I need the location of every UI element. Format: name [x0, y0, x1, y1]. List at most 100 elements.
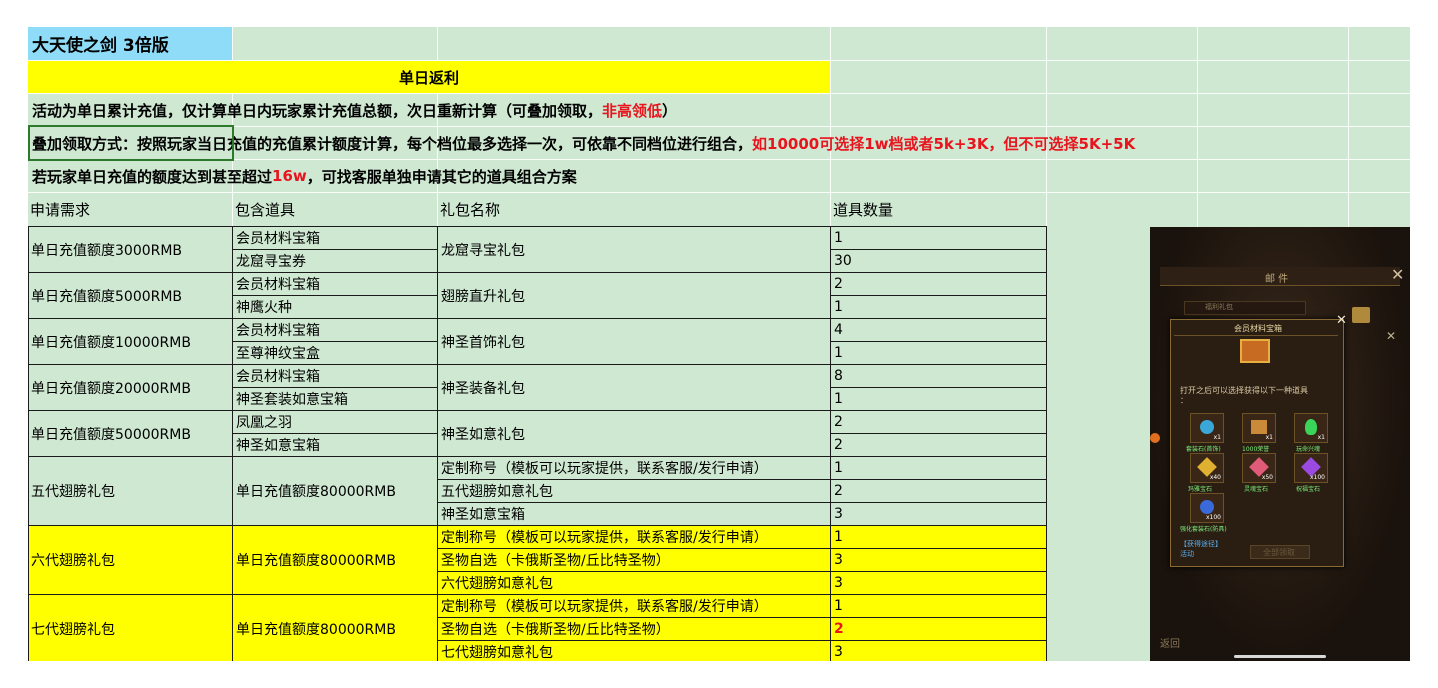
rule-1-red: 非高领低 — [602, 101, 663, 120]
wing-item[interactable]: 定制称号（模板可以玩家提供，联系客服/发行申请） — [437, 525, 831, 549]
game-screenshot: 邮 件 ✕ 福利礼包 ✕ 会员材料宝箱 ✕ 打开之后可以选择获得以下一种道具 ：… — [1150, 227, 1410, 661]
tier-qty[interactable]: 1 — [830, 295, 1047, 319]
wing-item[interactable]: 圣物自选（卡俄斯圣物/丘比特圣物） — [437, 617, 831, 641]
wing-name[interactable]: 五代翅膀礼包 — [28, 456, 233, 526]
gem-icon — [1200, 420, 1214, 434]
item-slot[interactable]: x1 — [1190, 413, 1224, 443]
wing-item[interactable]: 六代翅膀如意礼包 — [437, 571, 831, 595]
tier-item[interactable]: 会员材料宝箱 — [232, 364, 438, 388]
item-slot[interactable]: x40 — [1190, 453, 1224, 483]
wing-qty[interactable]: 2 — [830, 479, 1047, 503]
search-field[interactable]: 福利礼包 — [1184, 301, 1306, 315]
wing-qty-highlighted[interactable]: 2 — [830, 617, 1047, 641]
gift-icon[interactable] — [1352, 307, 1370, 323]
wing-requirement[interactable]: 单日充值额度80000RMB — [232, 594, 438, 661]
tier-requirement[interactable]: 单日充值额度10000RMB — [28, 318, 233, 365]
tier-item[interactable]: 神圣套装如意宝箱 — [232, 387, 438, 411]
treasure-chest-icon — [1240, 339, 1270, 363]
close-icon[interactable]: ✕ — [1391, 267, 1404, 283]
popup-close-icon[interactable]: ✕ — [1336, 313, 1347, 328]
wing-name[interactable]: 七代翅膀礼包 — [28, 594, 233, 661]
sheet-title[interactable]: 大天使之剑 3倍版 — [28, 27, 232, 60]
item-label: 玛雅宝石 — [1188, 486, 1213, 493]
wing-name[interactable]: 六代翅膀礼包 — [28, 525, 233, 595]
header-package[interactable]: 礼包名称 — [440, 193, 830, 226]
wing-item[interactable]: 定制称号（模板可以玩家提供，联系客服/发行申请） — [437, 594, 831, 618]
tier-item[interactable]: 会员材料宝箱 — [232, 226, 438, 250]
mail-title: 邮 件 — [1265, 274, 1289, 285]
tier-qty[interactable]: 4 — [830, 318, 1047, 342]
item-slot[interactable]: x100 — [1190, 493, 1224, 523]
wing-qty[interactable]: 1 — [830, 594, 1047, 618]
tier-item[interactable]: 会员材料宝箱 — [232, 272, 438, 296]
item-count: x100 — [1309, 474, 1325, 481]
tier-item[interactable]: 凤凰之羽 — [232, 410, 438, 434]
tier-package[interactable]: 龙窟寻宝礼包 — [437, 226, 831, 273]
header-items[interactable]: 包含道具 — [235, 193, 437, 226]
rule-line-2[interactable]: 叠加领取方式：按照玩家当日充值的充值累计额度计算，每个档位最多选择一次，可依靠不… — [32, 127, 1402, 159]
wing-qty[interactable]: 1 — [830, 456, 1047, 480]
tier-package[interactable]: 神圣如意礼包 — [437, 410, 831, 457]
wing-item[interactable]: 圣物自选（卡俄斯圣物/丘比特圣物） — [437, 548, 831, 572]
tier-requirement[interactable]: 单日充值额度5000RMB — [28, 272, 233, 319]
wing-qty[interactable]: 3 — [830, 640, 1047, 661]
close-icon[interactable]: ✕ — [1386, 329, 1396, 343]
wing-item[interactable]: 定制称号（模板可以玩家提供，联系客服/发行申请） — [437, 456, 831, 480]
source-text: 活动 — [1180, 550, 1194, 558]
tier-requirement[interactable]: 单日充值额度20000RMB — [28, 364, 233, 411]
rule-line-3[interactable]: 若玩家单日充值的额度达到甚至超过 16w ，可找客服单独申请其它的道具组合方案 — [32, 160, 1402, 192]
wing-qty[interactable]: 3 — [830, 548, 1047, 572]
wing-item[interactable]: 七代翅膀如意礼包 — [437, 640, 831, 661]
tier-package[interactable]: 神圣首饰礼包 — [437, 318, 831, 365]
wing-qty[interactable]: 3 — [830, 502, 1047, 526]
popup-description-cont: ： — [1180, 396, 1188, 405]
flame-icon — [1305, 419, 1317, 435]
tier-item[interactable]: 会员材料宝箱 — [232, 318, 438, 342]
wing-qty[interactable]: 1 — [830, 525, 1047, 549]
item-slot[interactable]: x50 — [1242, 453, 1276, 483]
tier-qty[interactable]: 2 — [830, 410, 1047, 434]
item-label: 1000荣誉 — [1242, 446, 1270, 453]
tier-qty[interactable]: 1 — [830, 341, 1047, 365]
home-indicator — [1234, 655, 1326, 658]
notification-dot — [1150, 433, 1160, 443]
tier-qty[interactable]: 30 — [830, 249, 1047, 273]
item-label: 套装石(首饰) — [1186, 446, 1221, 453]
item-count: x1 — [1317, 434, 1325, 441]
item-slot[interactable]: x100 — [1294, 453, 1328, 483]
tier-package[interactable]: 翅膀直升礼包 — [437, 272, 831, 319]
tier-item[interactable]: 龙窟寻宝券 — [232, 249, 438, 273]
section-subtitle[interactable]: 单日返利 — [28, 61, 830, 93]
tier-requirement[interactable]: 单日充值额度50000RMB — [28, 410, 233, 457]
source-title: 【获得途径】 — [1180, 540, 1222, 548]
item-label: 强化套装石(防具) — [1180, 526, 1227, 533]
wing-qty[interactable]: 3 — [830, 571, 1047, 595]
wing-requirement[interactable]: 单日充值额度80000RMB — [232, 456, 438, 526]
wing-item[interactable]: 五代翅膀如意礼包 — [437, 479, 831, 503]
wing-requirement[interactable]: 单日充值额度80000RMB — [232, 525, 438, 595]
tier-item[interactable]: 神圣如意宝箱 — [232, 433, 438, 457]
rule-3-end: ，可找客服单独申请其它的道具组合方案 — [306, 167, 577, 186]
tier-item[interactable]: 至尊神纹宝盒 — [232, 341, 438, 365]
rule-line-1[interactable]: 活动为单日累计充值，仅计算单日内玩家累计充值总额，次日重新计算（可叠加领取， 非高… — [32, 94, 1402, 126]
tier-qty[interactable]: 1 — [830, 387, 1047, 411]
medal-icon — [1251, 420, 1267, 434]
spreadsheet: 大天使之剑 3倍版 单日返利 活动为单日累计充值，仅计算单日内玩家累计充值总额，… — [28, 27, 1410, 661]
tier-qty[interactable]: 2 — [830, 433, 1047, 457]
item-slot[interactable]: x1 — [1294, 413, 1328, 443]
tier-requirement[interactable]: 单日充值额度3000RMB — [28, 226, 233, 273]
rule-3-red: 16w — [272, 167, 307, 185]
wing-item[interactable]: 神圣如意宝箱 — [437, 502, 831, 526]
tier-qty[interactable]: 8 — [830, 364, 1047, 388]
rule-1-text: 活动为单日累计充值，仅计算单日内玩家累计充值总额，次日重新计算（可叠加领取， — [32, 101, 603, 120]
tier-qty[interactable]: 1 — [830, 226, 1047, 250]
tier-item[interactable]: 神鹰火种 — [232, 295, 438, 319]
header-requirement[interactable]: 申请需求 — [30, 193, 232, 226]
claim-all-button[interactable]: 全部领取 — [1250, 545, 1310, 559]
item-label: 灵魂宝石 — [1244, 486, 1269, 493]
back-button[interactable]: 返回 — [1160, 635, 1180, 650]
item-slot[interactable]: x1 — [1242, 413, 1276, 443]
tier-qty[interactable]: 2 — [830, 272, 1047, 296]
header-quantity[interactable]: 道具数量 — [833, 193, 1046, 226]
tier-package[interactable]: 神圣装备礼包 — [437, 364, 831, 411]
